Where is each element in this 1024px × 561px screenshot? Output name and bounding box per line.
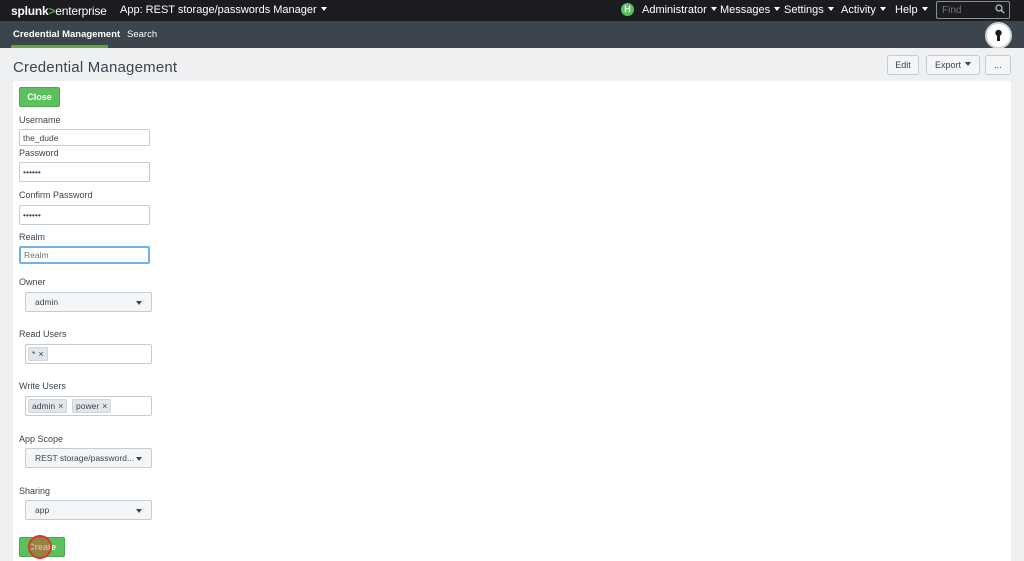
chevron-down-icon — [879, 7, 886, 11]
settings-menu-label: Settings — [784, 4, 824, 16]
chevron-down-icon — [827, 7, 834, 11]
write-users-label: Write Users — [19, 381, 66, 391]
administrator-menu-label: Administrator — [642, 4, 707, 16]
more-actions-button[interactable]: ... — [985, 55, 1011, 75]
pill-label: * — [32, 349, 36, 359]
app-scope-select[interactable]: REST storage/password... — [25, 448, 152, 468]
chevron-down-icon — [136, 301, 142, 305]
app-menu[interactable]: App: REST storage/passwords Manager — [120, 4, 327, 16]
confirm-password-label: Confirm Password — [19, 190, 93, 200]
password-label: Password — [19, 148, 59, 158]
read-users-multiselect[interactable]: * × — [25, 344, 152, 364]
confirm-password-field[interactable] — [19, 205, 150, 225]
remove-icon[interactable]: × — [58, 401, 63, 411]
realm-label: Realm — [19, 232, 46, 242]
top-navigation-bar: splunk>enterprise App: REST storage/pass… — [0, 0, 1024, 21]
chevron-down-icon — [774, 7, 781, 11]
password-field[interactable] — [19, 162, 150, 182]
realm-field[interactable] — [19, 246, 150, 264]
read-user-pill[interactable]: * × — [28, 347, 48, 361]
write-user-pill[interactable]: power × — [72, 399, 112, 413]
messages-menu-label: Messages — [720, 4, 771, 16]
logo-text: splunk — [11, 4, 49, 18]
username-label: Username — [19, 115, 61, 125]
chevron-down-icon — [965, 62, 971, 66]
app-scope-label: App Scope — [19, 434, 64, 444]
remove-icon[interactable]: × — [38, 349, 43, 359]
activity-menu-label: Activity — [841, 4, 876, 16]
splunk-logo[interactable]: splunk>enterprise — [11, 4, 107, 18]
administrator-menu[interactable]: Administrator — [642, 4, 717, 16]
edit-button[interactable]: Edit — [887, 55, 919, 75]
write-user-pill[interactable]: admin × — [28, 399, 68, 413]
messages-menu[interactable]: Messages — [720, 4, 781, 16]
health-status-icon[interactable]: H — [621, 3, 634, 16]
tab-credential-management[interactable]: Credential Management — [13, 29, 120, 40]
tab-search[interactable]: Search — [127, 29, 157, 40]
owner-select-value: admin — [35, 297, 59, 307]
chevron-down-icon — [136, 457, 142, 461]
sharing-label: Sharing — [19, 486, 51, 496]
remove-icon[interactable]: × — [102, 401, 107, 411]
owner-label: Owner — [19, 277, 46, 287]
app-menu-label: App: REST storage/passwords Manager — [120, 4, 317, 16]
username-field[interactable] — [19, 129, 150, 146]
owner-select[interactable]: admin — [25, 292, 152, 312]
logo-subtext: enterprise — [55, 4, 107, 18]
sharing-select[interactable]: app — [25, 500, 152, 520]
app-logo-icon[interactable] — [985, 22, 1012, 49]
chevron-down-icon — [320, 7, 327, 11]
app-bar: Credential Management Search — [0, 21, 1024, 48]
pill-label: power — [76, 401, 100, 411]
app-scope-select-value: REST storage/password... — [35, 453, 135, 463]
chevron-down-icon — [921, 7, 928, 11]
export-button[interactable]: Export — [926, 55, 980, 75]
write-users-multiselect[interactable]: admin × power × — [25, 396, 152, 416]
page-title: Credential Management — [13, 59, 178, 76]
activity-menu[interactable]: Activity — [841, 4, 886, 16]
sharing-select-value: app — [35, 505, 50, 515]
form-panel — [13, 81, 1011, 561]
export-button-label: Export — [934, 60, 961, 70]
pill-label: admin — [32, 401, 56, 411]
chevron-down-icon — [136, 509, 142, 513]
keyhole-icon — [995, 29, 1002, 41]
close-button[interactable]: Close — [19, 87, 60, 107]
chevron-down-icon — [710, 7, 717, 11]
help-menu[interactable]: Help — [895, 4, 928, 16]
search-icon[interactable] — [995, 4, 1005, 14]
settings-menu[interactable]: Settings — [784, 4, 834, 16]
read-users-label: Read Users — [19, 329, 67, 339]
help-menu-label: Help — [895, 4, 918, 16]
create-button[interactable]: Create — [19, 537, 65, 557]
